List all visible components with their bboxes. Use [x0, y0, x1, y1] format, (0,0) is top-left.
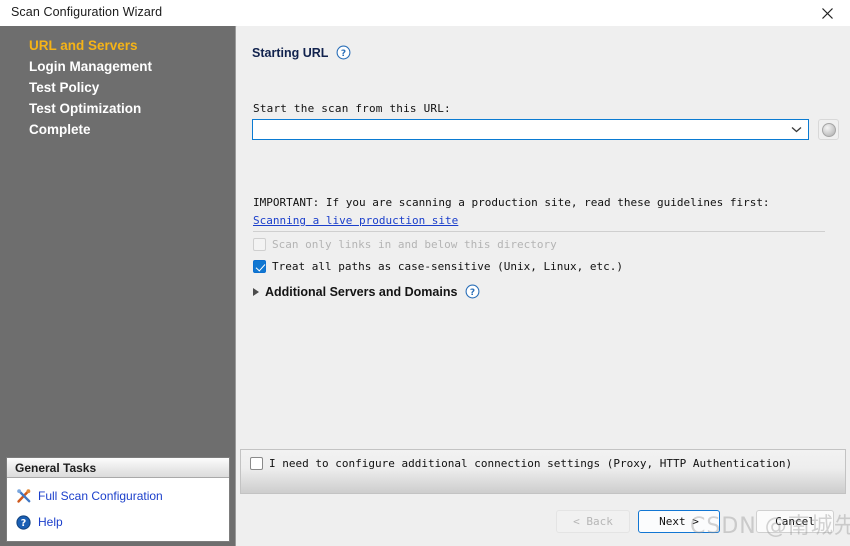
scan-configuration-wizard-window: Scan Configuration Wizard URL and Server…	[0, 0, 850, 546]
sidebar-item-login-management[interactable]: Login Management	[0, 56, 236, 77]
additional-connection-settings-strip: I need to configure additional connectio…	[240, 449, 846, 494]
general-tasks-title: General Tasks	[15, 460, 97, 475]
svg-text:?: ?	[21, 518, 27, 529]
sidebar-item-url-and-servers[interactable]: URL and Servers	[0, 35, 236, 56]
additional-servers-expander[interactable]: Additional Servers and Domains ?	[253, 284, 480, 299]
next-button[interactable]: Next >	[638, 510, 720, 533]
sidebar-item-complete[interactable]: Complete	[0, 119, 236, 140]
general-tasks-header: General Tasks	[7, 458, 229, 478]
checkbox-case-sensitive-row[interactable]: Treat all paths as case-sensitive (Unix,…	[253, 260, 623, 273]
back-button[interactable]: < Back	[556, 510, 630, 533]
starting-url-section-header: Starting URL ?	[252, 45, 351, 60]
tools-icon	[15, 488, 32, 505]
divider	[253, 231, 825, 232]
svg-text:?: ?	[470, 288, 475, 298]
title-bar: Scan Configuration Wizard	[0, 0, 850, 27]
starting-url-combobox[interactable]	[252, 119, 809, 140]
checkbox-case-sensitive[interactable]	[253, 260, 266, 273]
task-label: Help	[38, 515, 63, 529]
live-production-site-link[interactable]: Scanning a live production site	[253, 214, 458, 227]
task-help[interactable]: ? Help	[15, 512, 229, 532]
task-label: Full Scan Configuration	[38, 489, 163, 503]
checkbox-label: Treat all paths as case-sensitive (Unix,…	[272, 260, 623, 273]
general-tasks-body: Full Scan Configuration ? Help	[7, 478, 229, 532]
checkbox-additional-connection-settings[interactable]	[250, 457, 263, 470]
task-full-scan-configuration[interactable]: Full Scan Configuration	[15, 486, 229, 506]
svg-text:?: ?	[341, 49, 346, 59]
starting-url-input[interactable]	[253, 120, 783, 139]
globe-icon[interactable]	[818, 119, 839, 140]
wizard-step-nav: URL and Servers Login Management Test Po…	[0, 35, 236, 140]
checkbox-scan-only-links	[253, 238, 266, 251]
cancel-button[interactable]: Cancel	[756, 510, 834, 533]
checkbox-label: Scan only links in and below this direct…	[272, 238, 557, 251]
checkbox-scan-only-links-row[interactable]: Scan only links in and below this direct…	[253, 238, 557, 251]
triangle-right-icon	[253, 287, 259, 296]
checkbox-additional-connection-row[interactable]: I need to configure additional connectio…	[250, 457, 792, 470]
help-circle-icon[interactable]: ?	[465, 284, 480, 299]
sidebar-item-test-optimization[interactable]: Test Optimization	[0, 98, 236, 119]
page-title: Starting URL	[252, 45, 329, 60]
wizard-footer: < Back Next > Cancel	[237, 500, 850, 546]
help-circle-icon: ?	[15, 514, 32, 531]
window-title: Scan Configuration Wizard	[11, 5, 163, 19]
general-tasks-panel: General Tasks Full Scan Configuration ? …	[6, 457, 230, 542]
close-icon[interactable]	[804, 0, 850, 26]
sidebar-item-test-policy[interactable]: Test Policy	[0, 77, 236, 98]
important-notice-text: IMPORTANT: If you are scanning a product…	[253, 196, 770, 209]
checkbox-label: I need to configure additional connectio…	[269, 457, 793, 470]
chevron-down-icon[interactable]	[787, 120, 805, 139]
expander-label: Additional Servers and Domains	[265, 284, 458, 299]
url-field-label: Start the scan from this URL:	[253, 102, 451, 115]
help-circle-icon[interactable]: ?	[336, 45, 351, 60]
wizard-sidebar: URL and Servers Login Management Test Po…	[0, 26, 236, 546]
